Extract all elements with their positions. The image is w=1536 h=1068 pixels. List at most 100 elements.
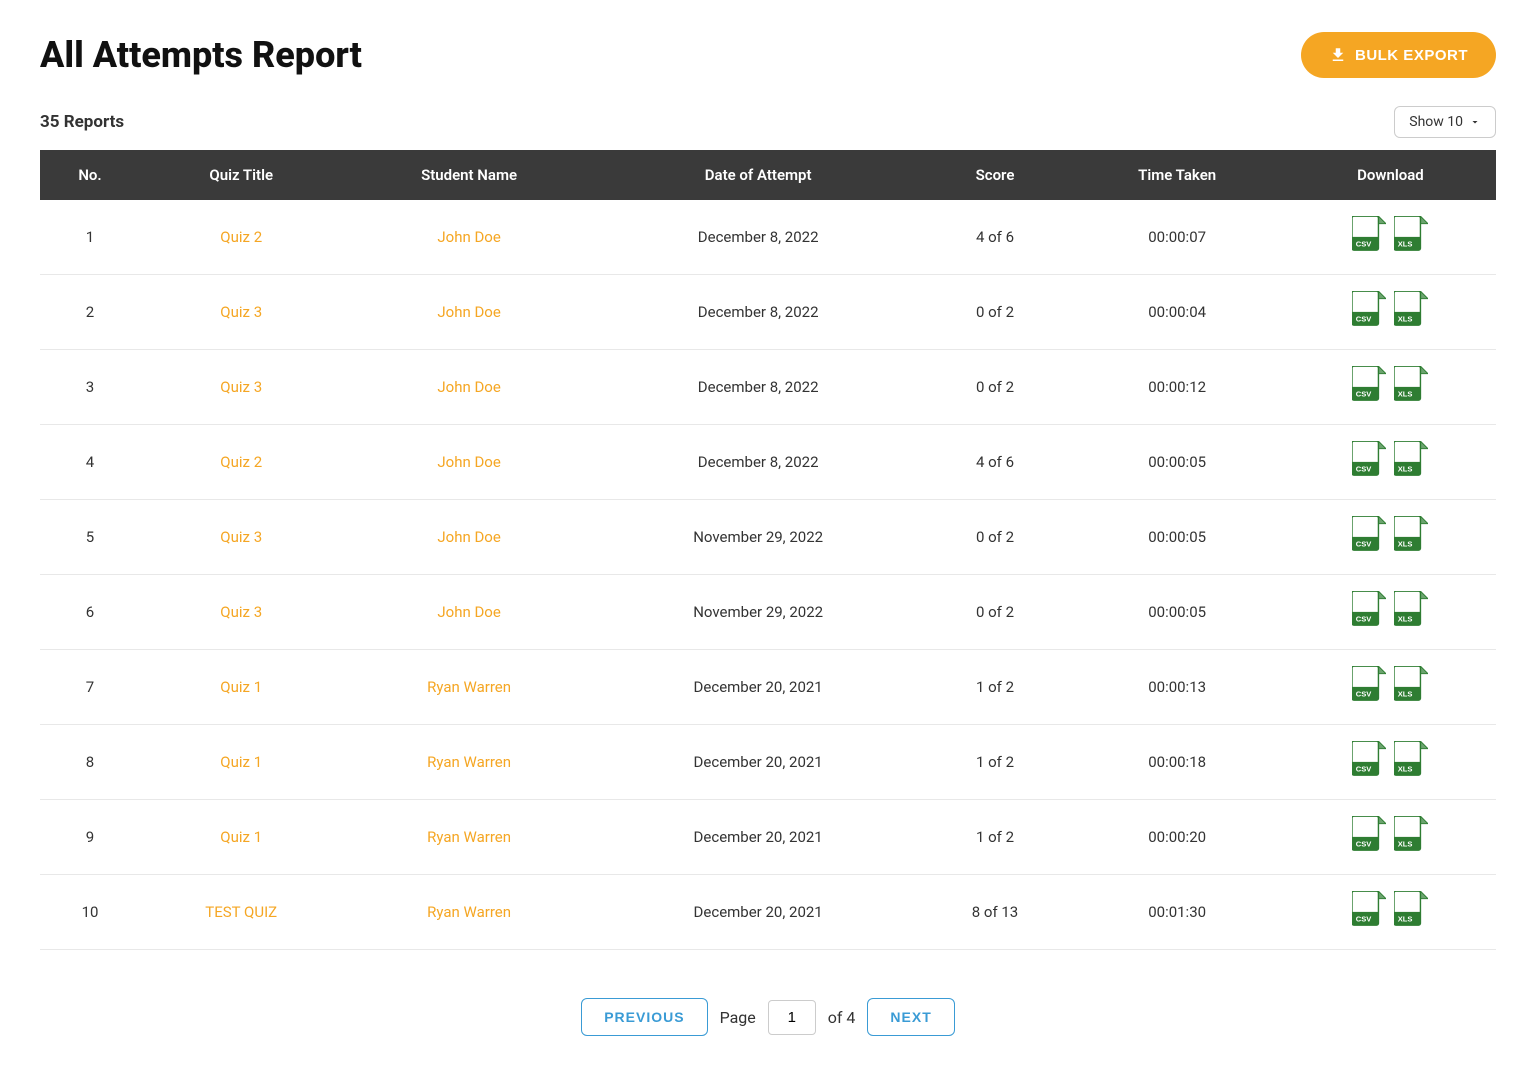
student-link[interactable]: John Doe	[437, 603, 500, 621]
table-row: 5 Quiz 3 John Doe November 29, 2022 0 of…	[40, 500, 1496, 575]
xls-download-btn[interactable]: XLS	[1394, 816, 1428, 858]
next-button[interactable]: NEXT	[867, 998, 954, 1036]
xls-download-btn[interactable]: XLS	[1394, 516, 1428, 558]
csv-download-btn[interactable]: CSV	[1352, 816, 1386, 858]
table-row: 7 Quiz 1 Ryan Warren December 20, 2021 1…	[40, 650, 1496, 725]
xls-download-btn[interactable]: XLS	[1394, 441, 1428, 483]
csv-download-btn[interactable]: CSV	[1352, 291, 1386, 333]
csv-download-btn[interactable]: CSV	[1352, 441, 1386, 483]
of-label: of 4	[828, 1008, 856, 1027]
download-icons: CSV XLS	[1297, 816, 1484, 858]
xls-file-icon[interactable]: XLS	[1394, 216, 1428, 254]
total-count: 35	[40, 112, 60, 132]
cell-no: 9	[40, 800, 140, 875]
xls-download-btn[interactable]: XLS	[1394, 666, 1428, 708]
quiz-link[interactable]: Quiz 1	[220, 678, 262, 696]
xls-file-icon[interactable]: XLS	[1394, 366, 1428, 404]
quiz-link[interactable]: Quiz 3	[220, 378, 262, 396]
page-title: All Attempts Report	[40, 34, 362, 76]
xls-file-icon[interactable]: XLS	[1394, 741, 1428, 779]
xls-file-icon[interactable]: XLS	[1394, 591, 1428, 629]
csv-file-icon[interactable]: CSV	[1352, 216, 1386, 254]
quiz-link[interactable]: Quiz 2	[220, 228, 262, 246]
csv-download-btn[interactable]: CSV	[1352, 666, 1386, 708]
quiz-link[interactable]: Quiz 2	[220, 453, 262, 471]
csv-download-btn[interactable]: CSV	[1352, 216, 1386, 258]
xls-file-icon[interactable]: XLS	[1394, 516, 1428, 554]
csv-download-btn[interactable]: CSV	[1352, 741, 1386, 783]
csv-file-icon[interactable]: CSV	[1352, 516, 1386, 554]
xls-download-btn[interactable]: XLS	[1394, 891, 1428, 933]
cell-no: 6	[40, 575, 140, 650]
csv-file-icon[interactable]: CSV	[1352, 441, 1386, 479]
csv-file-icon[interactable]: CSV	[1352, 666, 1386, 704]
header-row: No. Quiz Title Student Name Date of Atte…	[40, 150, 1496, 200]
cell-date: December 20, 2021	[596, 800, 921, 875]
xls-file-icon[interactable]: XLS	[1394, 816, 1428, 854]
quiz-link[interactable]: Quiz 3	[220, 528, 262, 546]
csv-download-btn[interactable]: CSV	[1352, 366, 1386, 408]
student-link[interactable]: John Doe	[437, 303, 500, 321]
cell-no: 8	[40, 725, 140, 800]
xls-file-icon[interactable]: XLS	[1394, 291, 1428, 329]
csv-file-icon[interactable]: CSV	[1352, 366, 1386, 404]
csv-download-btn[interactable]: CSV	[1352, 516, 1386, 558]
student-link[interactable]: John Doe	[437, 378, 500, 396]
cell-student: John Doe	[342, 500, 595, 575]
cell-date: December 8, 2022	[596, 425, 921, 500]
xls-download-btn[interactable]: XLS	[1394, 591, 1428, 633]
cell-download: CSV XLS	[1285, 350, 1496, 425]
quiz-link[interactable]: Quiz 3	[220, 303, 262, 321]
previous-button[interactable]: PREVIOUS	[581, 998, 707, 1036]
quiz-link[interactable]: Quiz 1	[220, 828, 262, 846]
xls-download-btn[interactable]: XLS	[1394, 291, 1428, 333]
bulk-export-button[interactable]: BULK EXPORT	[1301, 32, 1496, 78]
xls-download-btn[interactable]: XLS	[1394, 366, 1428, 408]
table-row: 6 Quiz 3 John Doe November 29, 2022 0 of…	[40, 575, 1496, 650]
student-link[interactable]: Ryan Warren	[427, 828, 511, 846]
student-link[interactable]: Ryan Warren	[427, 678, 511, 696]
csv-file-icon[interactable]: CSV	[1352, 741, 1386, 779]
student-link[interactable]: John Doe	[437, 453, 500, 471]
table-header: No. Quiz Title Student Name Date of Atte…	[40, 150, 1496, 200]
download-icons: CSV XLS	[1297, 591, 1484, 633]
csv-file-icon[interactable]: CSV	[1352, 816, 1386, 854]
cell-score: 0 of 2	[921, 275, 1070, 350]
cell-no: 7	[40, 650, 140, 725]
quiz-link[interactable]: Quiz 1	[220, 753, 262, 771]
pagination: PREVIOUS Page of 4 NEXT	[40, 982, 1496, 1036]
cell-student: Ryan Warren	[342, 725, 595, 800]
cell-quiz: Quiz 1	[140, 725, 342, 800]
student-link[interactable]: Ryan Warren	[427, 753, 511, 771]
svg-text:XLS: XLS	[1398, 239, 1413, 248]
xls-file-icon[interactable]: XLS	[1394, 441, 1428, 479]
quiz-link[interactable]: TEST QUIZ	[205, 903, 277, 921]
xls-download-btn[interactable]: XLS	[1394, 216, 1428, 258]
cell-no: 5	[40, 500, 140, 575]
cell-no: 3	[40, 350, 140, 425]
student-link[interactable]: Ryan Warren	[427, 903, 511, 921]
table-row: 9 Quiz 1 Ryan Warren December 20, 2021 1…	[40, 800, 1496, 875]
svg-text:XLS: XLS	[1398, 914, 1413, 923]
col-student-name: Student Name	[342, 150, 595, 200]
csv-file-icon[interactable]: CSV	[1352, 291, 1386, 329]
reports-label: Reports	[64, 112, 124, 132]
xls-download-btn[interactable]: XLS	[1394, 741, 1428, 783]
csv-file-icon[interactable]: CSV	[1352, 891, 1386, 929]
xls-file-icon[interactable]: XLS	[1394, 891, 1428, 929]
student-link[interactable]: John Doe	[437, 228, 500, 246]
download-icons: CSV XLS	[1297, 666, 1484, 708]
page-number-input[interactable]	[768, 1000, 816, 1035]
csv-file-icon[interactable]: CSV	[1352, 591, 1386, 629]
cell-quiz: Quiz 3	[140, 350, 342, 425]
cell-student: John Doe	[342, 350, 595, 425]
csv-download-btn[interactable]: CSV	[1352, 891, 1386, 933]
xls-file-icon[interactable]: XLS	[1394, 666, 1428, 704]
col-score: Score	[921, 150, 1070, 200]
csv-download-btn[interactable]: CSV	[1352, 591, 1386, 633]
student-link[interactable]: John Doe	[437, 528, 500, 546]
svg-text:CSV: CSV	[1356, 614, 1372, 623]
show-select[interactable]: Show 10	[1394, 106, 1496, 138]
cell-time: 00:00:20	[1069, 800, 1284, 875]
quiz-link[interactable]: Quiz 3	[220, 603, 262, 621]
